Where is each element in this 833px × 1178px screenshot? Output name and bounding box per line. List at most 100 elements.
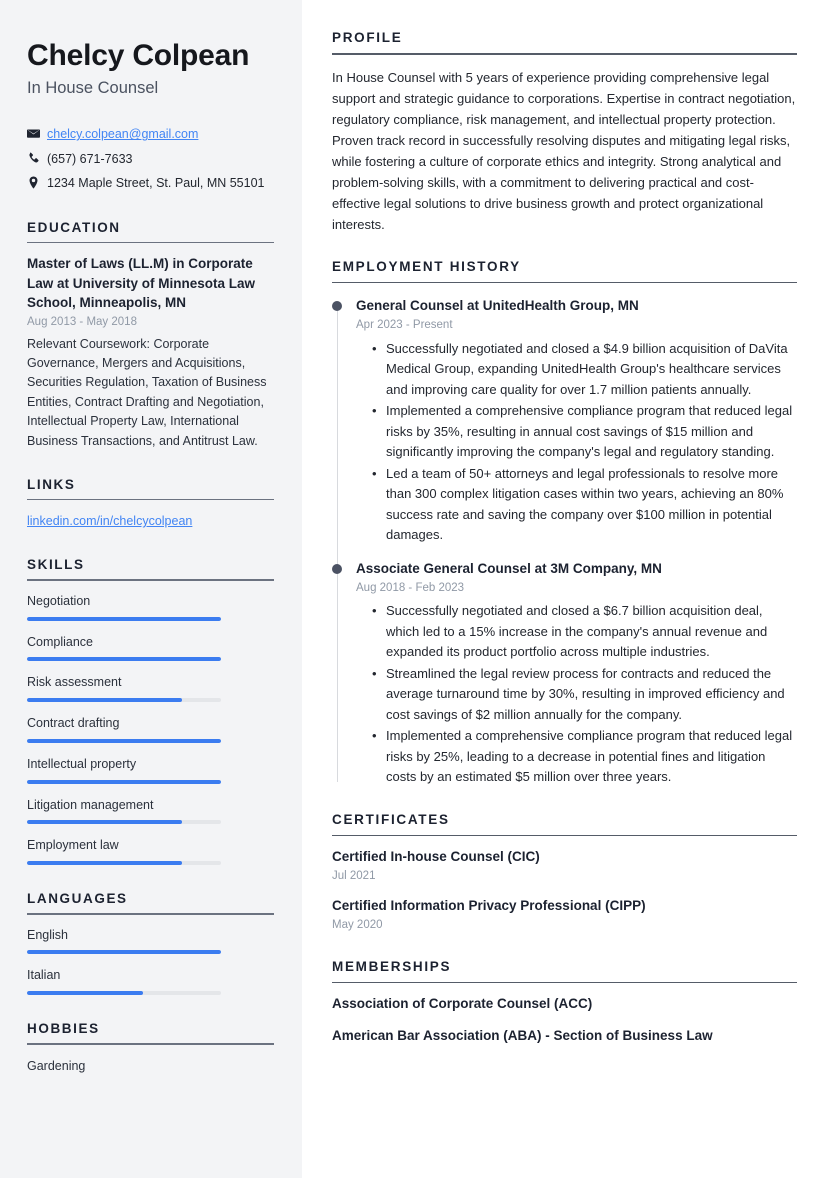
skill-bar-track xyxy=(27,861,221,866)
certificates-section: CERTIFICATES Certified In-house Counsel … xyxy=(332,812,797,935)
job-date: Aug 2018 - Feb 2023 xyxy=(356,581,465,594)
contact-address-text: 1234 Maple Street, St. Paul, MN 55101 xyxy=(47,176,265,191)
job-title-subtitle: In House Counsel xyxy=(27,79,159,97)
profile-section: PROFILE In House Counsel with 5 years of… xyxy=(332,30,797,235)
job-bullet: Streamlined the legal review process for… xyxy=(372,664,797,726)
skill-bar-track xyxy=(27,820,221,825)
education-heading: EDUCATION xyxy=(27,219,121,235)
timeline-dot-icon xyxy=(332,301,342,312)
job-role: Associate General Counsel at 3M Company,… xyxy=(356,560,662,576)
skill-bar-track xyxy=(27,779,221,784)
membership-item: Association of Corporate Counsel (ACC) xyxy=(332,996,593,1012)
skill-bar-track xyxy=(27,657,221,662)
links-heading: LINKS xyxy=(27,476,76,492)
hobbies-body: Gardening xyxy=(27,1045,274,1076)
skill-bar-fill xyxy=(27,657,221,662)
email-link[interactable]: chelcy.colpean@gmail.com xyxy=(47,127,198,141)
certificate-title: Certified In-house Counsel (CIC) xyxy=(332,849,540,865)
education-body: Master of Laws (LL.M) in Corporate Law a… xyxy=(27,243,274,451)
contact-phone-row: (657) 671-7633 xyxy=(27,150,274,169)
certificate-title: Certified Information Privacy Profession… xyxy=(332,898,646,914)
certificate-date: May 2020 xyxy=(332,919,383,932)
contact-email-row[interactable]: chelcy.colpean@gmail.com xyxy=(27,125,274,144)
skill-bar-track xyxy=(27,698,221,703)
profile-text: In House Counsel with 5 years of experie… xyxy=(332,69,796,232)
envelope-icon xyxy=(27,125,47,140)
links-section: LINKS linkedin.com/in/chelcycolpean xyxy=(27,477,274,532)
education-item: Master of Laws (LL.M) in Corporate Law a… xyxy=(27,254,274,451)
skill-item: Compliance xyxy=(27,633,274,662)
certificate-item: Certified Information Privacy Profession… xyxy=(332,897,797,934)
links-body: linkedin.com/in/chelcycolpean xyxy=(27,500,274,531)
certificate-date: Jul 2021 xyxy=(332,870,376,883)
skill-bar-fill xyxy=(27,820,183,825)
memberships-section: MEMBERSHIPS Association of Corporate Cou… xyxy=(332,959,797,1046)
contact-address-row: 1234 Maple Street, St. Paul, MN 55101 xyxy=(27,174,274,193)
language-item: Italian xyxy=(27,966,274,996)
certificate-item: Certified In-house Counsel (CIC) Jul 2021 xyxy=(332,848,797,885)
job-entry: Associate General Counsel at 3M Company,… xyxy=(332,560,797,788)
skills-list: Negotiation Compliance Risk assessment Cont… xyxy=(27,581,274,866)
job-bullet: Successfully negotiated and closed a $6.… xyxy=(372,601,797,663)
contact-email-text: chelcy.colpean@gmail.com xyxy=(47,125,274,144)
skill-bar-track xyxy=(27,738,221,743)
sidebar: Chelcy Colpean In House Counsel chelcy.c… xyxy=(0,0,302,1178)
memberships-list: Association of Corporate Counsel (ACC) Am… xyxy=(332,983,797,1046)
skill-label: Compliance xyxy=(27,634,94,649)
employment-heading: EMPLOYMENT HISTORY xyxy=(332,258,521,274)
job-date: Apr 2023 - Present xyxy=(356,319,453,332)
job-bullet-list: Successfully negotiated and closed a $4.… xyxy=(356,339,797,546)
job-bullet: Implemented a comprehensive compliance p… xyxy=(372,401,797,463)
certificates-list: Certified In-house Counsel (CIC) Jul 2021… xyxy=(332,836,797,934)
link-item: linkedin.com/in/chelcycolpean xyxy=(27,511,274,531)
languages-list: English Italian xyxy=(27,915,274,996)
language-bar-track xyxy=(27,991,221,996)
job-role: General Counsel at UnitedHealth Group, M… xyxy=(356,298,639,314)
job-bullet: Successfully negotiated and closed a $4.… xyxy=(372,339,797,401)
education-section: EDUCATION Master of Laws (LL.M) in Corpo… xyxy=(27,220,274,451)
languages-section: LANGUAGES English Italian xyxy=(27,891,274,996)
language-item: English xyxy=(27,926,274,955)
language-bar-fill xyxy=(27,991,144,996)
page-title: Chelcy Colpean xyxy=(27,39,250,72)
education-item-date: Aug 2013 - May 2018 xyxy=(27,316,137,329)
skill-label: Employment law xyxy=(27,838,119,853)
jobs-list: General Counsel at UnitedHealth Group, M… xyxy=(332,297,797,787)
skill-bar-fill xyxy=(27,698,183,703)
employment-timeline: General Counsel at UnitedHealth Group, M… xyxy=(332,283,797,787)
skill-label: Risk assessment xyxy=(27,675,122,690)
skill-bar-fill xyxy=(27,779,221,784)
skill-item: Negotiation xyxy=(27,592,274,621)
job-bullet-list: Successfully negotiated and closed a $6.… xyxy=(356,601,797,788)
skill-item: Litigation management xyxy=(27,796,274,825)
skill-bar-track xyxy=(27,616,221,621)
hobbies-section: HOBBIES Gardening xyxy=(27,1021,274,1076)
phone-icon xyxy=(27,150,47,165)
skill-item: Intellectual property xyxy=(27,755,274,784)
contact-phone-text: (657) 671-7633 xyxy=(47,151,133,166)
language-label: Italian xyxy=(27,968,61,983)
timeline-dot-icon xyxy=(332,563,342,574)
skill-label: Contract drafting xyxy=(27,716,120,731)
linkedin-link[interactable]: linkedin.com/in/chelcycolpean xyxy=(27,514,192,528)
skill-bar-fill xyxy=(27,861,183,866)
employment-section: EMPLOYMENT HISTORY General Counsel at Un… xyxy=(332,259,797,788)
language-bar-track xyxy=(27,950,221,955)
certificates-heading: CERTIFICATES xyxy=(332,811,450,827)
skill-label: Negotiation xyxy=(27,593,91,608)
skills-heading: SKILLS xyxy=(27,557,85,573)
profile-heading: PROFILE xyxy=(332,30,403,45)
main-content: PROFILE In House Counsel with 5 years of… xyxy=(302,0,833,1178)
skill-item: Contract drafting xyxy=(27,714,274,743)
job-entry: General Counsel at UnitedHealth Group, M… xyxy=(332,297,797,545)
hobbies-heading: HOBBIES xyxy=(27,1021,100,1037)
skill-label: Intellectual property xyxy=(27,756,137,771)
hobby-item: Gardening xyxy=(27,1058,86,1073)
skills-section: SKILLS Negotiation Compliance Risk assessm… xyxy=(27,557,274,866)
language-bar-fill xyxy=(27,950,221,955)
education-item-title: Master of Laws (LL.M) in Corporate Law a… xyxy=(27,256,256,310)
skill-label: Litigation management xyxy=(27,797,154,812)
skill-item: Risk assessment xyxy=(27,673,274,703)
memberships-heading: MEMBERSHIPS xyxy=(332,958,452,974)
membership-item: American Bar Association (ABA) - Section… xyxy=(332,1027,713,1043)
